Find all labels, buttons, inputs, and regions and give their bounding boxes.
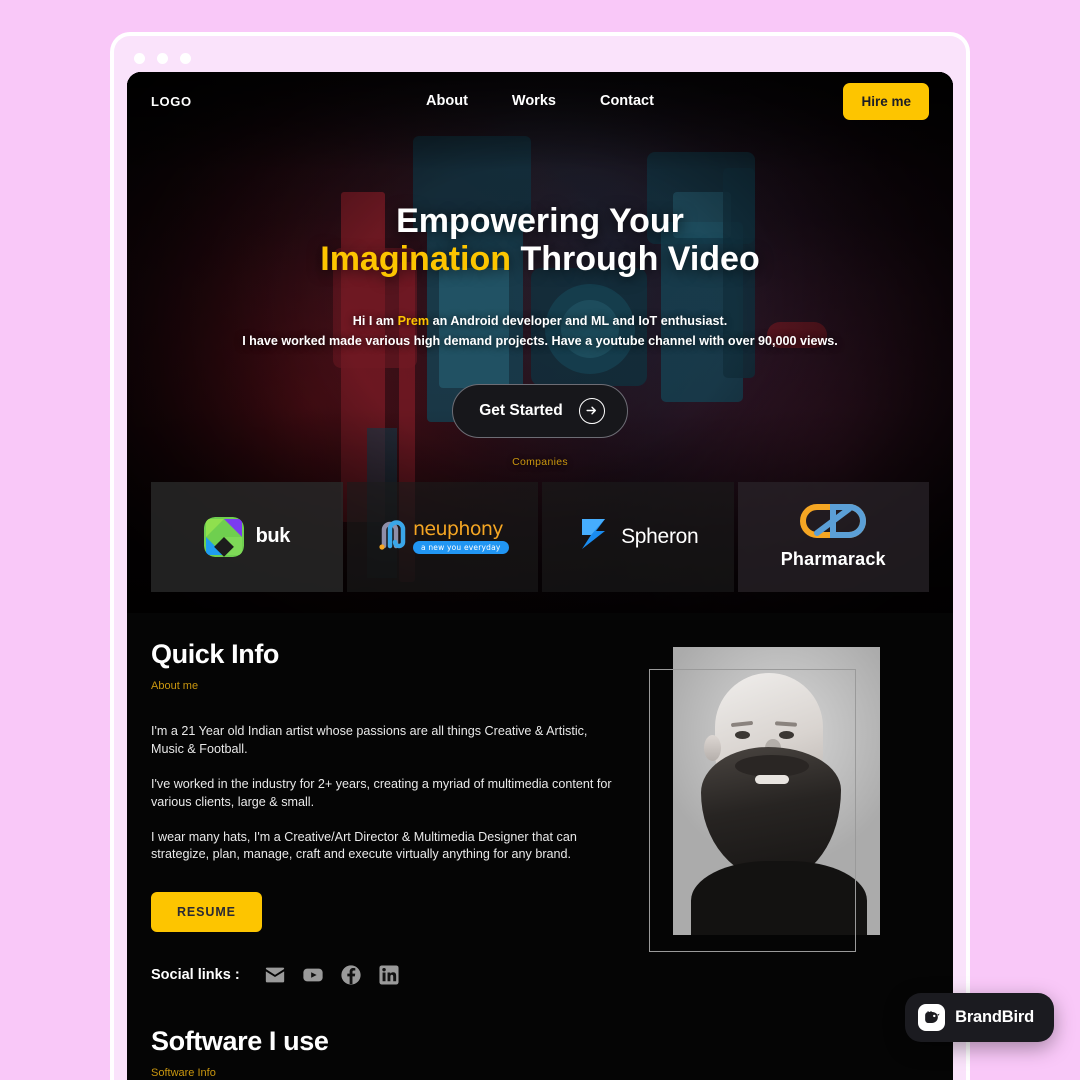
nav-item-about[interactable]: About xyxy=(426,93,468,109)
nav-links: About Works Contact xyxy=(127,93,953,109)
brandbird-logo-icon xyxy=(918,1004,946,1031)
nav-item-contact[interactable]: Contact xyxy=(600,93,654,109)
hero-subtext-line-2: I have worked made various high demand p… xyxy=(242,334,838,349)
window-dot-minimize[interactable] xyxy=(157,53,168,64)
hero-subtext-line-1: Hi I am Prem an Android developer and ML… xyxy=(127,311,953,331)
quick-info-paragraph: I wear many hats, I'm a Creative/Art Dir… xyxy=(151,829,577,862)
brandbird-watermark[interactable]: BrandBird xyxy=(905,993,1054,1042)
resume-button[interactable]: RESUME xyxy=(151,892,262,933)
company-card-pharmarack[interactable]: Pharmarack xyxy=(737,481,929,592)
software-section: Software I use Software Info xyxy=(127,986,953,1079)
quick-info-paragraph: I've worked in the industry for 2+ years… xyxy=(151,776,612,809)
company-card-spheron[interactable]: Spheron xyxy=(542,481,734,592)
hero-subtext: Hi I am Prem an Android developer and ML… xyxy=(127,311,953,352)
linkedin-icon[interactable] xyxy=(378,964,400,986)
get-started-button[interactable]: Get Started xyxy=(452,383,628,438)
youtube-icon[interactable] xyxy=(302,964,324,986)
quick-info-kicker: About me xyxy=(151,680,199,692)
arrow-right-icon xyxy=(578,397,605,424)
hero-heading-line-1: Empowering Your xyxy=(396,202,684,240)
companies-row: buk neuphony a new you everyday Spheron … xyxy=(127,481,953,592)
hero-heading-highlight: Imagination xyxy=(320,240,512,279)
spheron-logo-icon xyxy=(577,515,610,558)
hero-subtext-post: an Android developer and ML and IoT enth… xyxy=(429,313,728,328)
software-kicker: Software Info xyxy=(151,1067,216,1080)
quick-info-text-column: Quick Info About me I'm a 21 Year old In… xyxy=(151,639,649,986)
hero-heading-line-2: Imagination Through Video xyxy=(127,240,953,278)
hero-subtext-name: Prem xyxy=(397,313,430,328)
neuphony-logo-icon xyxy=(376,516,410,557)
hire-me-button[interactable]: Hire me xyxy=(843,82,929,120)
company-name-neuphony: neuphony xyxy=(412,517,504,540)
window-traffic-lights xyxy=(134,53,191,64)
neuphony-tagline: a new you everyday xyxy=(412,540,509,554)
company-name-spheron: Spheron xyxy=(621,524,699,548)
get-started-label: Get Started xyxy=(479,401,563,419)
pharmarack-logo-icon xyxy=(800,503,867,543)
nav-item-works[interactable]: Works xyxy=(512,93,556,109)
quick-info-title: Quick Info xyxy=(151,639,280,669)
window-dot-maximize[interactable] xyxy=(180,53,191,64)
quick-info-paragraph: I'm a 21 Year old Indian artist whose pa… xyxy=(151,724,588,756)
company-card-neuphony[interactable]: neuphony a new you everyday xyxy=(346,481,538,592)
hero-subtext-pre: Hi I am xyxy=(352,313,398,328)
social-links: Social links : xyxy=(151,964,649,986)
portrait-column xyxy=(649,639,929,986)
hero-section: LOGO About Works Contact Hire me Empower… xyxy=(127,72,953,613)
hero-heading: Empowering Your Imagination Through Vide… xyxy=(127,202,953,279)
facebook-icon[interactable] xyxy=(340,964,362,986)
window-dot-close[interactable] xyxy=(134,53,145,64)
hero-content: Empowering Your Imagination Through Vide… xyxy=(127,130,953,468)
social-links-label: Social links : xyxy=(151,967,240,984)
website-page: LOGO About Works Contact Hire me Empower… xyxy=(127,72,953,1080)
software-title: Software I use xyxy=(151,1026,329,1057)
quick-info-section: Quick Info About me I'm a 21 Year old In… xyxy=(127,613,953,986)
company-name-buk: buk xyxy=(255,525,291,548)
company-card-buk[interactable]: buk xyxy=(151,481,343,592)
brandbird-label: BrandBird xyxy=(955,1008,1034,1026)
portrait-frame-outline xyxy=(649,669,856,952)
top-navigation: LOGO About Works Contact Hire me xyxy=(127,72,953,130)
companies-label: Companies xyxy=(512,455,568,468)
buk-logo-icon xyxy=(203,516,244,557)
hero-heading-line-2-rest: Through Video xyxy=(511,240,760,279)
email-icon[interactable] xyxy=(264,964,286,986)
company-name-pharmarack: Pharmarack xyxy=(780,548,886,569)
